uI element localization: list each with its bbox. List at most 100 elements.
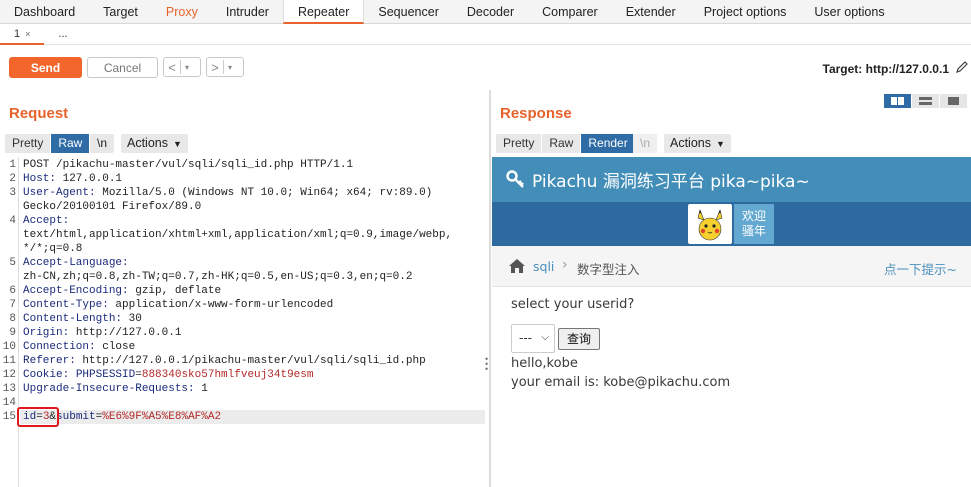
response-mode-pretty[interactable]: Pretty xyxy=(496,134,543,153)
tab-user-options[interactable]: User options xyxy=(800,0,898,24)
header-value: 127.0.0.1 xyxy=(62,173,123,185)
annotation-highlight-box xyxy=(17,407,59,427)
result-greeting: hello,kobe xyxy=(511,356,578,371)
header-name: Content-Type xyxy=(23,299,103,311)
line-number: 14 xyxy=(2,397,16,409)
header-name: Host xyxy=(23,173,50,185)
single-icon[interactable] xyxy=(940,94,967,108)
header-name: Accept-Encoding xyxy=(23,285,123,297)
line-number: 9 xyxy=(9,327,16,339)
header-separator: : xyxy=(89,187,103,199)
rendered-response: Pikachu 漏洞练习平台 pika~pika~ 欢迎 骚年 sqli › 数… xyxy=(492,157,971,487)
request-line: zh-CN,zh;q=0.8,zh-TW;q=0.7,zh-HK;q=0.5,e… xyxy=(23,270,412,284)
request-line: Content-Length: 30 xyxy=(23,312,142,326)
header-name: Content-Length xyxy=(23,313,116,325)
header-name: Origin xyxy=(23,327,63,339)
tab-extender[interactable]: Extender xyxy=(612,0,690,24)
header-name: Accept-Language xyxy=(23,257,123,269)
tab-intruder[interactable]: Intruder xyxy=(212,0,283,24)
header-name: Connection xyxy=(23,341,90,353)
breadcrumb-sqli-link[interactable]: sqli xyxy=(533,259,554,274)
response-actions-label: Actions xyxy=(670,136,711,150)
welcome-line-2: 骚年 xyxy=(741,224,766,238)
header-separator: : xyxy=(62,327,76,339)
request-line: Referer: http://127.0.0.1/pikachu-master… xyxy=(23,354,426,368)
line-number: 13 xyxy=(2,383,16,395)
query-submit-button[interactable]: 查询 xyxy=(558,328,600,350)
request-line: Content-Type: application/x-www-form-url… xyxy=(23,298,333,312)
request-actions-menu[interactable]: Actions ▼ xyxy=(121,134,188,153)
repeater-tab-1[interactable]: 1 × xyxy=(0,25,45,45)
pikachu-avatar-icon xyxy=(688,204,732,244)
layout-toggle xyxy=(884,94,967,108)
tab-repeater[interactable]: Repeater xyxy=(282,0,365,24)
tab-target[interactable]: Target xyxy=(89,0,152,24)
cancel-button[interactable]: Cancel xyxy=(87,57,158,78)
request-mode-raw[interactable]: Raw xyxy=(51,134,91,153)
line-number: 6 xyxy=(9,285,16,297)
response-mode-raw[interactable]: Raw xyxy=(542,134,582,153)
cookie-eq: = xyxy=(135,369,142,381)
welcome-line-1: 欢迎 xyxy=(741,209,766,223)
splitter-grip-icon[interactable]: • • • xyxy=(485,355,489,374)
line-number: 15 xyxy=(2,411,16,423)
breadcrumb: sqli › 数字型注入 点一下提示~ xyxy=(492,246,971,287)
tab-sequencer[interactable]: Sequencer xyxy=(364,0,452,24)
response-view-modes: Pretty Raw Render xyxy=(496,134,636,153)
response-mode-render[interactable]: Render xyxy=(581,134,636,153)
request-newline-toggle[interactable]: \n xyxy=(90,134,115,153)
line-number: 2 xyxy=(9,173,16,185)
response-actions-menu[interactable]: Actions ▼ xyxy=(664,134,731,153)
new-tab-button[interactable]: ... xyxy=(44,25,81,45)
forward-button[interactable]: > ▾ xyxy=(206,57,244,77)
send-button[interactable]: Send xyxy=(9,57,82,78)
response-newline-wrap: \n xyxy=(633,134,659,153)
request-title: Request xyxy=(9,105,69,122)
columns-icon[interactable] xyxy=(884,94,911,108)
breadcrumb-separator-icon: › xyxy=(562,257,568,273)
tab-proxy[interactable]: Proxy xyxy=(152,0,212,24)
request-editor[interactable]: 1 POST /pikachu-master/vul/sqli/sqli_id.p… xyxy=(0,157,486,487)
header-name: User-Agent xyxy=(23,187,90,199)
repeater-subtab-bar: 1 × ... xyxy=(0,25,971,45)
header-value: Mozilla/5.0 (Windows NT 10.0; Win64; x64… xyxy=(102,187,433,199)
hint-link[interactable]: 点一下提示~ xyxy=(884,259,957,278)
home-icon[interactable] xyxy=(509,259,525,273)
result-email: your email is: kobe@pikachu.com xyxy=(511,375,731,390)
header-separator: : xyxy=(102,299,116,311)
request-line: Cookie: PHPSESSID=888340sko57hmlfveuj34t… xyxy=(23,368,313,382)
userid-select[interactable]: --- ⌵ xyxy=(511,324,555,353)
header-value: 1 xyxy=(201,383,208,395)
header-separator: : xyxy=(69,355,83,367)
close-icon[interactable]: × xyxy=(25,29,30,39)
line-number: 3 xyxy=(9,187,16,199)
header-name: Accept xyxy=(23,215,63,227)
userid-select-value: --- xyxy=(519,331,532,345)
response-newline-toggle[interactable]: \n xyxy=(633,134,659,153)
pane-splitter[interactable] xyxy=(489,90,491,487)
back-button[interactable]: < ▾ xyxy=(163,57,201,77)
request-line: User-Agent: Mozilla/5.0 (Windows NT 10.0… xyxy=(23,186,432,200)
pencil-icon[interactable] xyxy=(955,60,969,74)
tab-decoder[interactable]: Decoder xyxy=(453,0,528,24)
request-line: */*;q=0.8 xyxy=(23,242,82,256)
tab-dashboard[interactable]: Dashboard xyxy=(0,0,89,24)
chevron-left-icon: < xyxy=(168,59,176,75)
body-param-name: submit xyxy=(56,411,96,423)
welcome-badge: 欢迎 骚年 xyxy=(734,204,774,244)
request-line: Connection: close xyxy=(23,340,135,354)
chevron-down-icon: ▼ xyxy=(716,139,725,149)
request-mode-pretty[interactable]: Pretty xyxy=(5,134,52,153)
header-value: close xyxy=(102,341,136,353)
tab-comparer[interactable]: Comparer xyxy=(528,0,612,24)
tab-project-options[interactable]: Project options xyxy=(690,0,801,24)
chevron-down-icon[interactable]: ▾ xyxy=(224,63,236,72)
request-line: Accept-Encoding: gzip, deflate xyxy=(23,284,221,298)
header-value: http://127.0.0.1/pikachu-master/vul/sqli… xyxy=(82,355,426,367)
response-title: Response xyxy=(500,105,572,122)
line-number: 8 xyxy=(9,313,16,325)
rows-icon[interactable] xyxy=(912,94,939,108)
chevron-down-icon[interactable]: ▾ xyxy=(181,63,193,72)
request-line: Accept-Language: xyxy=(23,256,129,270)
userid-question: select your userid? xyxy=(511,297,635,312)
